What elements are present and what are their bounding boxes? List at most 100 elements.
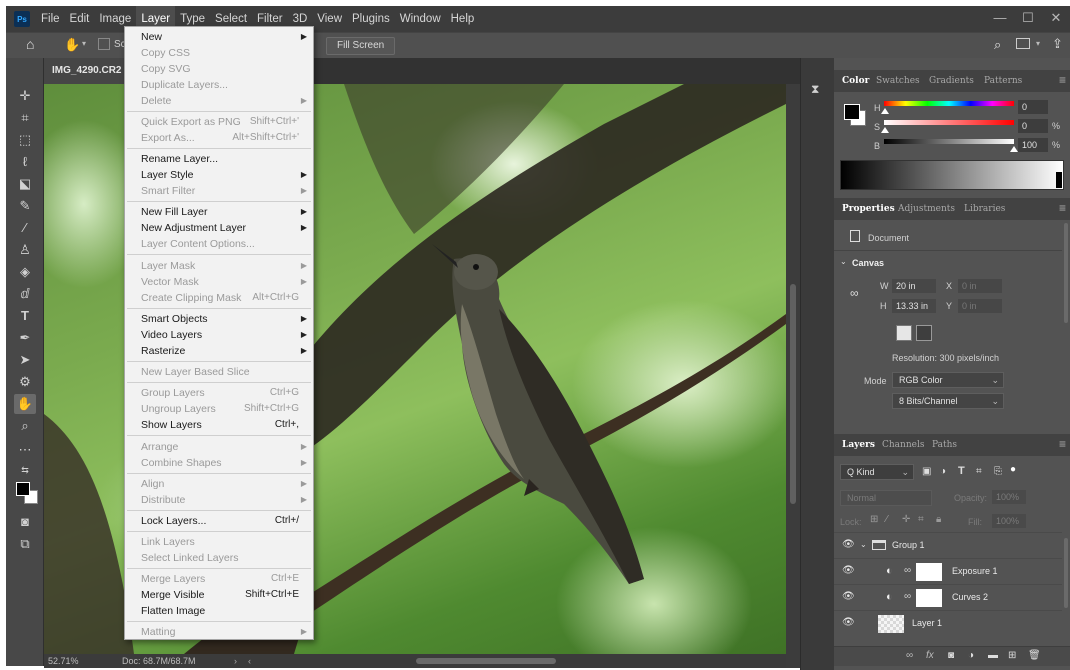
tab-swatches[interactable]: Swatches bbox=[876, 70, 920, 92]
mode-dropdown[interactable]: RGB Color ⌄ bbox=[892, 372, 1004, 388]
color-ramp[interactable] bbox=[840, 160, 1064, 190]
brightness-value[interactable]: 100 bbox=[1018, 138, 1048, 152]
delete-layer-icon[interactable]: 🗑︎ bbox=[1028, 650, 1041, 661]
layer-row-exposure[interactable]: 👁︎ ◐ ∞ Exposure 1 bbox=[834, 558, 1062, 584]
foreground-color-swatch[interactable] bbox=[16, 482, 30, 496]
hue-value[interactable]: 0 bbox=[1018, 100, 1048, 114]
panel-menu-icon[interactable]: ≡ bbox=[1059, 198, 1066, 218]
saturation-slider-thumb[interactable] bbox=[881, 127, 889, 133]
history-panel-icon[interactable]: ⧗ bbox=[811, 82, 819, 97]
tab-patterns[interactable]: Patterns bbox=[984, 70, 1022, 92]
filter-toggle-icon[interactable]: ● bbox=[1010, 464, 1016, 475]
vertical-scrollbar[interactable] bbox=[786, 84, 800, 668]
menu-item-link-layers[interactable]: Link Layers bbox=[125, 534, 313, 550]
panel-menu-icon[interactable]: ≡ bbox=[1059, 70, 1066, 90]
fill-field[interactable]: 100% bbox=[992, 514, 1026, 528]
layer-style-icon[interactable]: fx bbox=[926, 650, 934, 661]
crop-tool-icon[interactable]: ⌗ bbox=[14, 108, 36, 128]
workspace-chevron-icon[interactable]: ▾ bbox=[1036, 39, 1040, 48]
stamp-tool-icon[interactable]: ♙ bbox=[14, 240, 36, 260]
menu-item-rename-layer[interactable]: Rename Layer... bbox=[125, 151, 313, 167]
menu-item-merge-layers[interactable]: Merge Layers Ctrl+E bbox=[125, 571, 313, 587]
layer-row-group[interactable]: 👁︎ ⌄ Group 1 bbox=[834, 532, 1062, 558]
hand-tool-icon[interactable]: ✋ bbox=[14, 394, 36, 414]
visibility-eye-icon[interactable]: 👁︎ bbox=[842, 591, 855, 602]
menu-edit[interactable]: Edit bbox=[65, 6, 95, 32]
marquee-tool-icon[interactable]: ⬚ bbox=[14, 130, 36, 150]
screen-mode-icon[interactable]: ⧉ bbox=[14, 534, 36, 554]
filter-smart-object-icon[interactable]: ⎘ bbox=[994, 466, 1002, 477]
layer-mask-thumbnail[interactable] bbox=[916, 563, 942, 581]
opacity-field[interactable]: 100% bbox=[992, 490, 1026, 504]
menu-item-copy-css[interactable]: Copy CSS bbox=[125, 45, 313, 61]
document-tab[interactable]: IMG_4290.CR2 @ bbox=[44, 58, 126, 84]
menu-item-layer-content-options[interactable]: Layer Content Options... bbox=[125, 236, 313, 252]
menu-item-merge-visible[interactable]: Merge Visible Shift+Ctrl+E bbox=[125, 587, 313, 603]
maximize-button[interactable]: ☐ bbox=[1014, 6, 1042, 32]
tab-channels[interactable]: Channels bbox=[882, 434, 924, 456]
tab-properties[interactable]: Properties bbox=[842, 198, 895, 220]
link-icon[interactable]: ∞ bbox=[850, 286, 859, 300]
blend-mode-dropdown[interactable]: Normal bbox=[840, 490, 932, 506]
zoom-tool-icon[interactable]: ⌕ bbox=[14, 416, 36, 436]
menu-item-distribute[interactable]: Distribute ▶ bbox=[125, 492, 313, 508]
filter-pixel-icon[interactable]: ▣ bbox=[922, 466, 931, 477]
menu-item-vector-mask[interactable]: Vector Mask ▶ bbox=[125, 274, 313, 290]
menu-item-copy-svg[interactable]: Copy SVG bbox=[125, 61, 313, 77]
layer-mask-thumbnail[interactable] bbox=[916, 589, 942, 607]
menu-item-export-as[interactable]: Export As... Alt+Shift+Ctrl+' bbox=[125, 130, 313, 146]
workspace-icon[interactable] bbox=[1016, 38, 1030, 49]
menu-plugins[interactable]: Plugins bbox=[347, 6, 395, 32]
minimize-button[interactable]: — bbox=[986, 6, 1014, 32]
fill-screen-button[interactable]: Fill Screen bbox=[326, 37, 396, 55]
visibility-eye-icon[interactable]: 👁︎ bbox=[842, 565, 855, 576]
saturation-slider[interactable] bbox=[884, 120, 1014, 125]
scroll-all-checkbox[interactable] bbox=[98, 38, 110, 50]
menu-item-arrange[interactable]: Arrange ▶ bbox=[125, 439, 313, 455]
type-tool-icon[interactable]: T bbox=[14, 306, 36, 326]
scroll-left-icon[interactable]: ‹ bbox=[248, 654, 251, 668]
menu-view[interactable]: View bbox=[312, 6, 347, 32]
tab-layers[interactable]: Layers bbox=[842, 434, 875, 456]
eraser-tool-icon[interactable]: ◈ bbox=[14, 262, 36, 282]
vertical-scrollbar-thumb[interactable] bbox=[790, 284, 796, 504]
more-tools-icon[interactable]: ⋯ bbox=[14, 440, 36, 460]
home-icon[interactable]: ⌂ bbox=[26, 36, 34, 52]
tab-paths[interactable]: Paths bbox=[932, 434, 957, 456]
menu-item-matting[interactable]: Matting ▶ bbox=[125, 624, 313, 640]
mask-link-icon[interactable]: ∞ bbox=[904, 591, 911, 602]
panel-menu-icon[interactable]: ≡ bbox=[1059, 434, 1066, 454]
horizontal-scrollbar-thumb[interactable] bbox=[416, 658, 556, 664]
menu-item-layer-style[interactable]: Layer Style ▶ bbox=[125, 167, 313, 183]
move-tool-icon[interactable]: ✛ bbox=[14, 86, 36, 106]
search-icon[interactable]: ⌕ bbox=[994, 37, 1001, 53]
filter-shape-icon[interactable]: ⌗ bbox=[976, 466, 982, 477]
status-arrow-icon[interactable]: › bbox=[234, 654, 237, 668]
bit-depth-dropdown[interactable]: 8 Bits/Channel ⌄ bbox=[892, 393, 1004, 409]
color-ramp-black-swatch[interactable] bbox=[1056, 172, 1062, 188]
lock-all-icon[interactable]: 🔒︎ bbox=[936, 514, 941, 525]
menu-item-new-fill-layer[interactable]: New Fill Layer ▶ bbox=[125, 204, 313, 220]
close-button[interactable]: ✕ bbox=[1042, 6, 1070, 32]
tab-libraries[interactable]: Libraries bbox=[964, 198, 1005, 220]
zoom-level[interactable]: 52.71% bbox=[48, 654, 79, 668]
tab-color[interactable]: Color bbox=[842, 70, 869, 92]
layer-row-layer1[interactable]: 👁︎ Layer 1 bbox=[834, 610, 1062, 636]
menu-item-duplicate-layers[interactable]: Duplicate Layers... bbox=[125, 77, 313, 93]
landscape-orientation-icon[interactable] bbox=[916, 325, 932, 341]
hue-slider-thumb[interactable] bbox=[881, 108, 889, 114]
menu-item-new-adjustment-layer[interactable]: New Adjustment Layer ▶ bbox=[125, 220, 313, 236]
saturation-value[interactable]: 0 bbox=[1018, 119, 1048, 133]
new-layer-icon[interactable]: ⊞ bbox=[1008, 650, 1016, 661]
properties-scrollbar[interactable] bbox=[1064, 223, 1068, 323]
brush-tool-icon[interactable]: ⁄ bbox=[14, 218, 36, 238]
menu-item-flatten-image[interactable]: Flatten Image bbox=[125, 603, 313, 619]
tab-gradients[interactable]: Gradients bbox=[929, 70, 974, 92]
menu-item-rasterize[interactable]: Rasterize ▶ bbox=[125, 343, 313, 359]
visibility-eye-icon[interactable]: 👁︎ bbox=[842, 617, 855, 628]
menu-item-ungroup-layers[interactable]: Ungroup Layers Shift+Ctrl+G bbox=[125, 401, 313, 417]
add-mask-icon[interactable]: ◙ bbox=[948, 650, 954, 661]
menu-item-align[interactable]: Align ▶ bbox=[125, 476, 313, 492]
share-icon[interactable]: ⇪ bbox=[1052, 36, 1063, 52]
menu-item-smart-objects[interactable]: Smart Objects ▶ bbox=[125, 311, 313, 327]
